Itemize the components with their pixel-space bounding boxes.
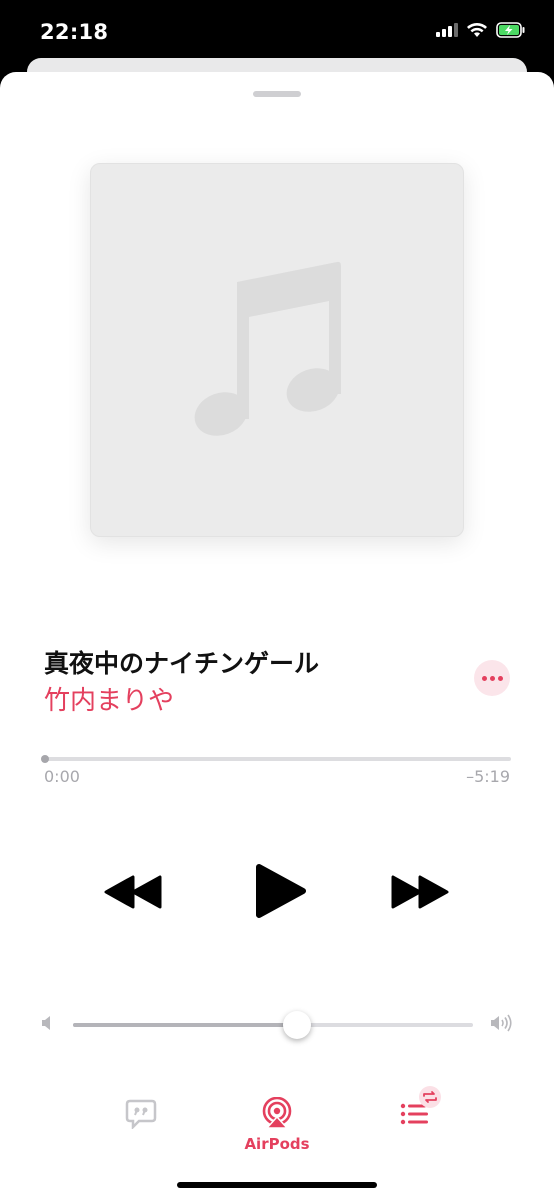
play-icon — [256, 864, 306, 918]
airplay-button[interactable]: AirPods — [236, 1097, 318, 1157]
status-bar: 22:18 — [0, 0, 554, 62]
volume-fill — [73, 1023, 297, 1027]
volume-low-icon — [42, 1016, 50, 1030]
airplay-device-label: AirPods — [244, 1135, 310, 1153]
now-playing-sheet: 真夜中のナイチンゲール 竹内まりや 0:00 –5:19 AirPods — [0, 72, 554, 1200]
elapsed-time: 0:00 — [44, 767, 80, 786]
scrubber-knob[interactable] — [41, 755, 49, 763]
song-title: 真夜中のナイチンゲール — [44, 649, 320, 678]
fast-forward-button[interactable] — [391, 875, 449, 913]
artist-link[interactable]: 竹内まりや — [44, 680, 174, 717]
airplay-icon — [262, 1097, 292, 1129]
ellipsis-dot — [489, 675, 495, 681]
album-artwork — [90, 163, 464, 537]
rewind-button[interactable] — [104, 875, 162, 913]
status-time: 22:18 — [40, 20, 109, 44]
volume-knob[interactable] — [283, 1011, 311, 1039]
lyrics-button[interactable] — [125, 1099, 157, 1133]
volume-high-icon — [491, 1014, 512, 1032]
more-options-button[interactable] — [474, 660, 510, 696]
playback-scrubber[interactable] — [41, 755, 511, 763]
volume-slider[interactable] — [73, 1011, 473, 1039]
repeat-icon — [419, 1086, 441, 1108]
lyrics-quote-icon — [125, 1099, 157, 1131]
rewind-icon — [104, 875, 162, 909]
battery-charging-icon — [496, 22, 525, 38]
status-icons — [436, 22, 526, 38]
ellipsis-dot — [481, 675, 487, 681]
up-next-queue-button[interactable] — [396, 1086, 446, 1134]
home-indicator[interactable] — [177, 1182, 377, 1188]
ellipsis-dot — [497, 675, 503, 681]
cellular-signal-icon — [436, 23, 458, 37]
fast-forward-icon — [391, 875, 449, 909]
remaining-time: –5:19 — [466, 767, 510, 786]
sheet-grabber[interactable] — [253, 91, 301, 97]
wifi-icon — [467, 23, 487, 37]
music-note-icon — [194, 261, 341, 436]
queue-list-icon — [400, 1086, 441, 1125]
play-button[interactable] — [255, 863, 307, 923]
